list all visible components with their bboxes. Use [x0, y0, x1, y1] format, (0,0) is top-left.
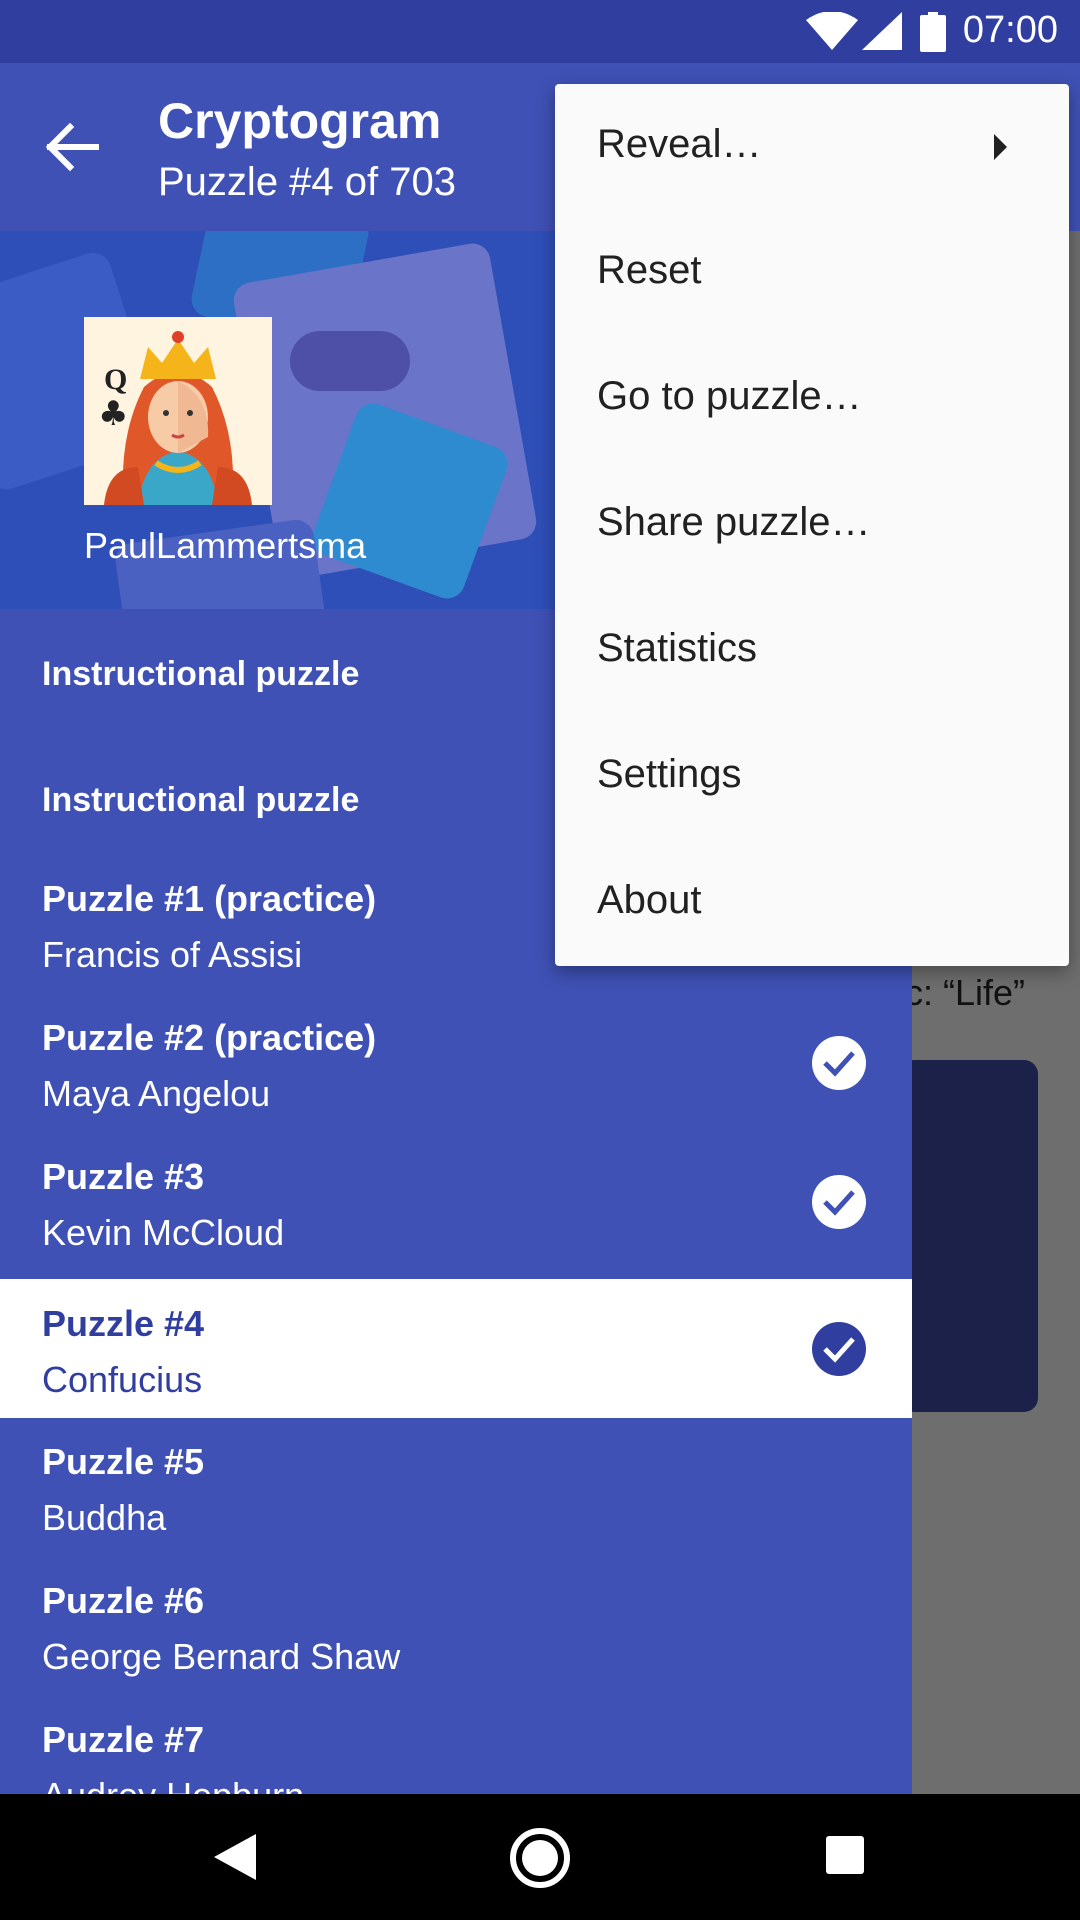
puzzle-title: Puzzle #6 — [42, 1580, 205, 1621]
menu-item-label: Reset — [597, 248, 702, 292]
puzzle-title: Puzzle #3 — [42, 1156, 205, 1197]
menu-item-label: Reveal… — [597, 122, 762, 166]
puzzle-list-item[interactable]: Puzzle #5 Buddha — [0, 1417, 912, 1556]
puzzle-author: George Bernard Shaw — [42, 1636, 401, 1677]
puzzle-title: Puzzle #2 (practice) — [42, 1017, 377, 1058]
menu-item-settings[interactable]: Settings — [555, 714, 1069, 840]
check-circle-icon — [812, 1322, 866, 1376]
check-circle-icon — [812, 1036, 866, 1090]
signal-icon — [862, 12, 902, 50]
puzzle-list-item[interactable]: Puzzle #3 Kevin McCloud — [0, 1132, 912, 1271]
menu-item-share-puzzle[interactable]: Share puzzle… — [555, 462, 1069, 588]
menu-item-reset[interactable]: Reset — [555, 210, 1069, 336]
puzzle-author: Francis of Assisi — [42, 934, 303, 975]
puzzle-list-item-selected[interactable]: Puzzle #4 Confucius — [0, 1279, 912, 1418]
puzzle-title: Puzzle #1 (practice) — [42, 878, 377, 919]
puzzle-subtitle: Puzzle #4 of 703 — [158, 160, 456, 204]
puzzle-author: Buddha — [42, 1497, 167, 1538]
puzzle-author: Maya Angelou — [42, 1073, 271, 1114]
menu-item-go-to-puzzle[interactable]: Go to puzzle… — [555, 336, 1069, 462]
back-triangle-icon[interactable] — [214, 1834, 256, 1880]
home-circle-icon[interactable] — [510, 1828, 570, 1888]
puzzle-title: Puzzle #4 — [42, 1303, 205, 1344]
svg-text:Q: Q — [104, 363, 127, 396]
app-title: Cryptogram — [158, 93, 442, 149]
puzzle-author: Kevin McCloud — [42, 1212, 285, 1253]
section-header-instructional: Instructional puzzle — [42, 655, 360, 693]
overflow-menu: Reveal… Reset Go to puzzle… Share puzzle… — [555, 84, 1069, 966]
puzzle-card — [900, 1060, 1038, 1412]
menu-item-label: Statistics — [597, 626, 758, 670]
submenu-arrow-icon — [994, 134, 1007, 160]
menu-item-label: Share puzzle… — [597, 500, 871, 544]
menu-item-label: Go to puzzle… — [597, 374, 862, 418]
puzzle-topic-text: c: “Life” — [905, 972, 1026, 1013]
status-bar: 07:00 — [0, 0, 1080, 63]
menu-item-label: Settings — [597, 752, 742, 796]
puzzle-author: Confucius — [42, 1359, 203, 1400]
recents-square-icon[interactable] — [826, 1836, 864, 1874]
puzzle-list-item[interactable]: Puzzle #2 (practice) Maya Angelou — [0, 993, 912, 1132]
puzzle-list-item[interactable]: Puzzle #7 Audrey Hepburn — [0, 1695, 912, 1794]
avatar[interactable]: Q ♣ — [84, 317, 272, 505]
menu-item-about[interactable]: About — [555, 840, 1069, 966]
menu-item-reveal[interactable]: Reveal… — [555, 84, 1069, 210]
gamepad-icon — [290, 331, 410, 391]
puzzle-title: Puzzle #5 — [42, 1441, 205, 1482]
puzzle-author: Audrey Hepburn — [42, 1775, 304, 1794]
menu-item-label: About — [597, 878, 702, 922]
username: PaulLammertsma — [84, 525, 367, 566]
puzzle-list-item[interactable]: Puzzle #6 George Bernard Shaw — [0, 1556, 912, 1695]
menu-item-statistics[interactable]: Statistics — [555, 588, 1069, 714]
queen-of-clubs-avatar: Q ♣ — [84, 317, 272, 505]
check-circle-icon — [812, 1175, 866, 1229]
status-time: 07:00 — [962, 9, 1058, 51]
system-nav-bar — [0, 1794, 1080, 1920]
puzzle-title: Puzzle #7 — [42, 1719, 205, 1760]
svg-text:♣: ♣ — [98, 394, 128, 434]
section-header-instructional: Instructional puzzle — [42, 781, 360, 819]
battery-icon — [920, 12, 946, 52]
wifi-icon — [806, 12, 858, 50]
arrow-left-icon[interactable] — [44, 122, 100, 172]
